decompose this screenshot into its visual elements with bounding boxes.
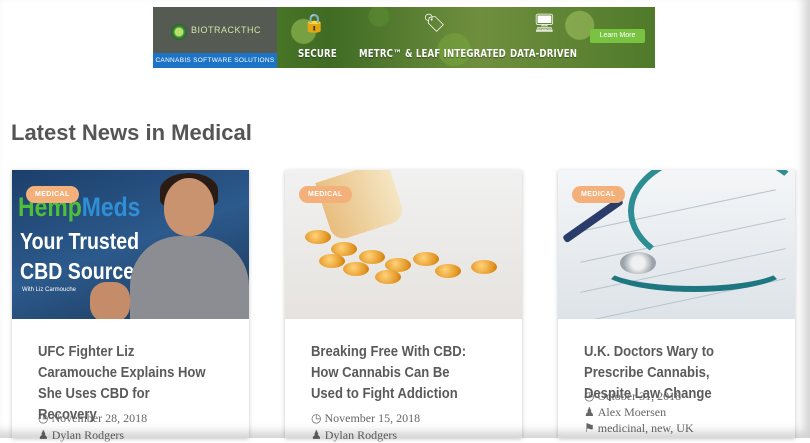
- capsule: [413, 252, 439, 266]
- brand-logo-icon: [171, 24, 187, 40]
- clock-icon: ◷: [311, 411, 322, 425]
- card-author[interactable]: ♟ Alex Moersen: [584, 405, 666, 420]
- category-badge[interactable]: MEDICAL: [572, 186, 625, 203]
- brand-name: BIOTRACKTHC: [191, 25, 262, 35]
- card-tags[interactable]: ⚑ medicinal, new, UK: [584, 421, 694, 436]
- monitor-icon: 🖥: [533, 13, 556, 33]
- capsule: [375, 270, 401, 284]
- category-badge[interactable]: MEDICAL: [299, 186, 352, 203]
- card-title[interactable]: Breaking Free With CBD: How Cannabis Can…: [311, 342, 482, 405]
- capsule: [471, 260, 497, 274]
- feature-secure: SECURE: [298, 48, 337, 60]
- image-headline: Your Trusted: [20, 228, 140, 254]
- image-caption: With Liz Carmouche: [22, 287, 77, 293]
- brand-box: BIOTRACKTHC CANNABIS SOFTWARE SOLUTIONS: [153, 7, 277, 68]
- card-date: ◷ October 31, 2018: [584, 389, 682, 403]
- section-title: Latest News in Medical: [11, 120, 252, 145]
- capsule: [343, 262, 369, 276]
- tag-icon: ⚑: [584, 421, 595, 435]
- tag-icon: 🏷: [423, 13, 446, 33]
- clock-icon: ◷: [584, 389, 595, 403]
- learn-more-button[interactable]: Learn More: [590, 29, 645, 43]
- card-date: ◷ November 15, 2018: [311, 411, 421, 425]
- lock-icon: 🔒: [303, 13, 326, 33]
- news-card[interactable]: MEDICAL U.K. Doctors Wary to Prescribe C…: [558, 170, 795, 438]
- pen: [562, 196, 624, 244]
- user-icon: ♟: [38, 428, 49, 442]
- capsule: [319, 254, 345, 268]
- user-icon: ♟: [311, 428, 322, 442]
- person-body: [130, 236, 249, 319]
- brand-tagline: CANNABIS SOFTWARE SOLUTIONS: [153, 53, 277, 68]
- person-hand: [90, 282, 130, 319]
- pill-bottle: [315, 170, 406, 243]
- stethoscope-head: [620, 252, 656, 274]
- capsule: [435, 264, 461, 278]
- news-card[interactable]: HempMeds Your Trusted CBD Source With Li…: [12, 170, 249, 442]
- ad-banner[interactable]: BIOTRACKTHC CANNABIS SOFTWARE SOLUTIONS …: [153, 7, 655, 68]
- clock-icon: ◷: [38, 411, 49, 425]
- feature-data-driven: DATA-DRIVEN: [510, 48, 578, 60]
- category-badge[interactable]: MEDICAL: [26, 186, 79, 203]
- user-icon: ♟: [584, 405, 595, 419]
- capsule: [359, 250, 385, 264]
- news-card[interactable]: MEDICAL Breaking Free With CBD: How Cann…: [285, 170, 522, 442]
- capsule: [305, 230, 331, 244]
- card-date: ◷ November 28, 2018: [38, 411, 148, 425]
- feature-metrc: METRC™ & LEAF INTEGRATED: [359, 48, 506, 60]
- image-headline-2: CBD Source: [20, 258, 135, 284]
- person-head: [164, 178, 214, 236]
- card-author[interactable]: ♟ Dylan Rodgers: [311, 428, 397, 443]
- card-author[interactable]: ♟ Dylan Rodgers: [38, 428, 124, 443]
